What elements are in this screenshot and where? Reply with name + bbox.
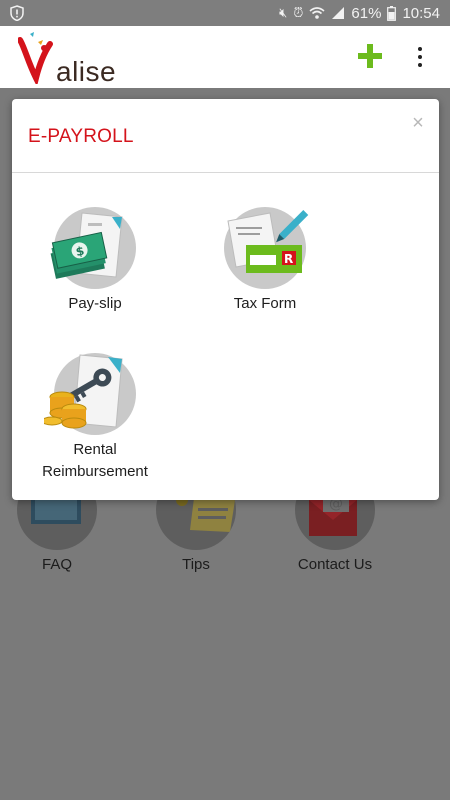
tile-label: Tax Form xyxy=(233,295,297,312)
tile-label: Rental Reimbursement xyxy=(42,441,148,480)
dot-icon xyxy=(418,63,422,67)
dialog-title: E-PAYROLL xyxy=(28,126,134,147)
signal-icon xyxy=(332,7,345,19)
shield-notification-icon xyxy=(10,5,24,21)
battery-percent: 61% xyxy=(351,4,382,22)
overflow-menu-button[interactable] xyxy=(410,42,430,72)
app-bar: alise xyxy=(0,26,450,88)
dialog-divider xyxy=(12,172,439,173)
dot-icon xyxy=(418,47,422,51)
battery-icon xyxy=(387,5,397,21)
clock-time: 10:54 xyxy=(402,4,440,22)
valise-logo: alise xyxy=(17,32,118,87)
tax-form-tile[interactable]: R Tax Form xyxy=(190,207,340,315)
tile-label: Pay-slip xyxy=(68,295,122,312)
bg-item-label: Contact Us xyxy=(297,556,373,573)
payslip-money-icon: $ xyxy=(50,207,136,289)
dot-icon xyxy=(418,55,422,59)
alarm-icon: ⏰︎ xyxy=(293,5,304,20)
logo-text: alise xyxy=(56,56,117,87)
mute-icon: 🔇︎ xyxy=(279,5,288,20)
rental-key-coins-icon xyxy=(44,353,136,435)
bg-item-label: Tips xyxy=(182,556,210,573)
add-button[interactable] xyxy=(356,42,384,70)
status-bar: 🔇︎ ⏰︎ 61% 10:54 xyxy=(0,0,450,26)
close-button[interactable]: × xyxy=(410,113,426,133)
rental-reimbursement-tile[interactable]: Rental Reimbursement xyxy=(20,353,170,483)
svg-text:R: R xyxy=(284,252,293,266)
bg-item-label: FAQ xyxy=(41,556,72,573)
payslip-tile[interactable]: $ Pay-slip xyxy=(20,207,170,315)
e-payroll-dialog: E-PAYROLL × $ Pay-slip R Tax Form Rental… xyxy=(12,99,439,500)
wifi-icon xyxy=(309,7,325,19)
tax-form-icon: R xyxy=(224,207,309,289)
